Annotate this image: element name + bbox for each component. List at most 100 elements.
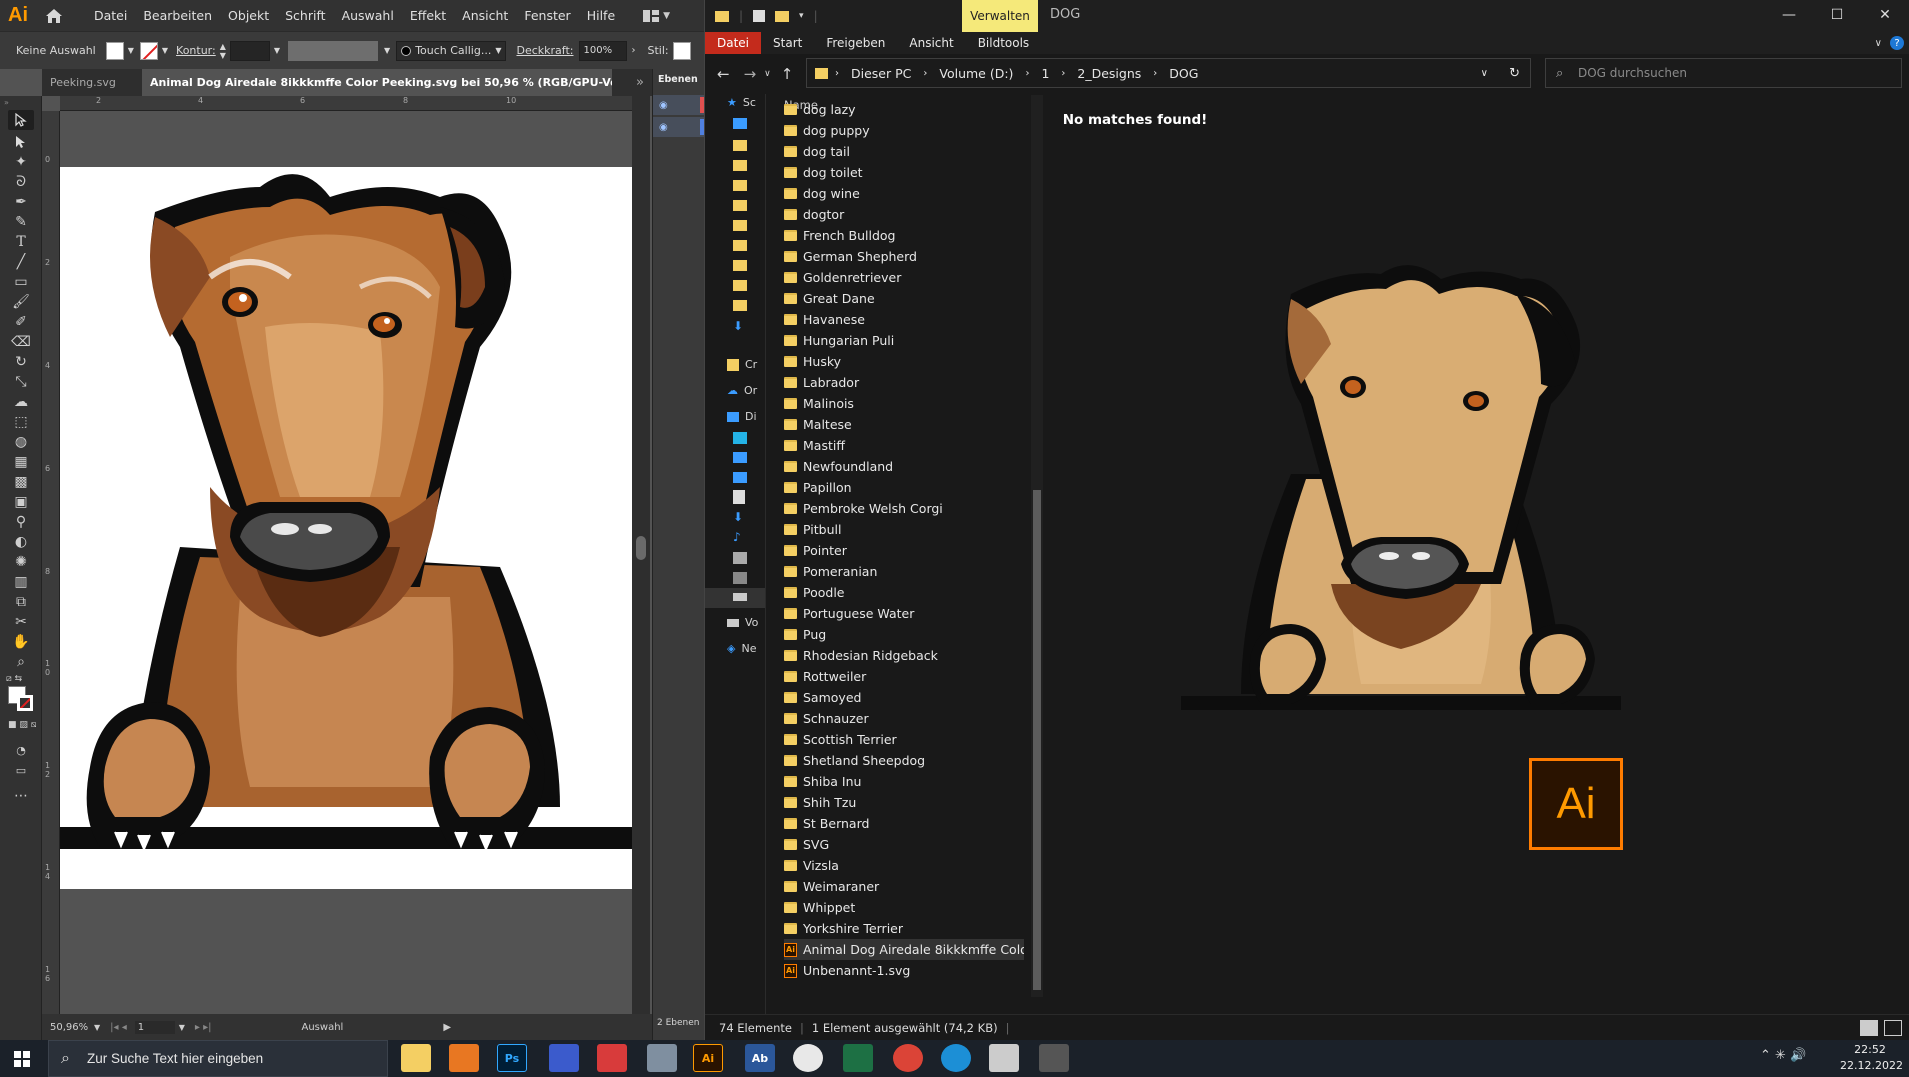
- list-item[interactable]: dog puppy: [784, 120, 1024, 141]
- list-item[interactable]: Havanese: [784, 309, 1024, 330]
- tab-bildtools[interactable]: Bildtools: [966, 32, 1042, 54]
- blend-tool-icon[interactable]: ◐: [8, 532, 34, 552]
- breadcrumb-designs[interactable]: 2_Designs: [1077, 66, 1141, 81]
- column-graph-icon[interactable]: ▥: [8, 572, 34, 592]
- breadcrumb-chevron-icon[interactable]: ›: [923, 68, 927, 79]
- list-item[interactable]: Scottish Terrier: [784, 729, 1024, 750]
- system-tray-icons[interactable]: ⌃ ✳ 🔊: [1760, 1048, 1806, 1063]
- menu-effekt[interactable]: Effekt: [402, 0, 454, 31]
- tab-active-document[interactable]: Animal Dog Airedale 8ikkkmffe Color Peek…: [142, 69, 612, 96]
- stroke-weight-field[interactable]: [229, 40, 270, 61]
- nav-volume[interactable]: Vo: [727, 616, 765, 629]
- recent-dropdown-icon[interactable]: ∨: [764, 69, 771, 79]
- rotate-tool-icon[interactable]: ↻: [8, 352, 34, 372]
- minimize-icon[interactable]: —: [1765, 0, 1813, 30]
- breadcrumb-volume[interactable]: Volume (D:): [939, 66, 1013, 81]
- lasso-icon[interactable]: ᘐ: [8, 172, 34, 192]
- folder-icon[interactable]: [733, 300, 747, 311]
- screen-mode-icon[interactable]: ▭: [8, 760, 34, 780]
- shaper-tool-icon[interactable]: ✐: [8, 312, 34, 332]
- layer-row[interactable]: ◉: [653, 95, 704, 115]
- photo-app-icon[interactable]: [597, 1044, 627, 1072]
- maximize-icon[interactable]: ☐: [1813, 0, 1861, 30]
- menu-hilfe[interactable]: Hilfe: [579, 0, 623, 31]
- list-item[interactable]: Malinois: [784, 393, 1024, 414]
- chevron-right-icon[interactable]: ›: [631, 45, 635, 56]
- type-tool-icon[interactable]: T: [8, 232, 34, 252]
- folder-icon[interactable]: [733, 220, 747, 231]
- list-item[interactable]: Papillon: [784, 477, 1024, 498]
- scroll-thumb[interactable]: [1033, 490, 1041, 990]
- perspective-grid-icon[interactable]: ▦: [8, 452, 34, 472]
- artboard-tool-icon[interactable]: ⧉: [8, 592, 34, 612]
- paintbrush-tool-icon[interactable]: 🖌: [8, 292, 34, 312]
- menu-ansicht[interactable]: Ansicht: [454, 0, 516, 31]
- list-item[interactable]: Shiba Inu: [784, 771, 1024, 792]
- play-icon[interactable]: ▶: [443, 1022, 451, 1033]
- chevron-down-icon[interactable]: ▼: [162, 46, 168, 55]
- menu-auswahl[interactable]: Auswahl: [334, 0, 402, 31]
- nav-creative-cloud[interactable]: Cr: [727, 358, 765, 371]
- list-item[interactable]: Hungarian Puli: [784, 330, 1024, 351]
- list-item[interactable]: German Shepherd: [784, 246, 1024, 267]
- fill-stroke-widget[interactable]: [8, 686, 36, 714]
- stepper-icon[interactable]: ▲ ▼: [220, 42, 226, 60]
- brush-definition[interactable]: Touch Callig... ▼: [396, 40, 507, 61]
- collapse-icon[interactable]: »: [4, 98, 9, 107]
- details-view-icon[interactable]: [1860, 1019, 1878, 1036]
- scale-tool-icon[interactable]: ⤡: [8, 372, 34, 392]
- tab-start[interactable]: Start: [761, 32, 814, 54]
- music-icon[interactable]: ♪: [733, 530, 741, 544]
- list-item[interactable]: Newfoundland: [784, 456, 1024, 477]
- draw-mode-icon[interactable]: ◔: [8, 740, 34, 760]
- downloads-icon[interactable]: ⬇: [733, 319, 743, 333]
- edge-icon[interactable]: [941, 1044, 971, 1072]
- vertical-scrollbar[interactable]: [1031, 95, 1043, 997]
- magic-wand-icon[interactable]: ✦: [8, 152, 34, 172]
- tab-freigeben[interactable]: Freigeben: [814, 32, 897, 54]
- menu-fenster[interactable]: Fenster: [516, 0, 578, 31]
- list-item[interactable]: SVG: [784, 834, 1024, 855]
- tabs-overflow-icon[interactable]: »: [628, 69, 652, 96]
- list-item[interactable]: dog toilet: [784, 162, 1024, 183]
- videos-icon[interactable]: [733, 572, 747, 584]
- artboard-number[interactable]: 1: [134, 1020, 175, 1034]
- menu-objekt[interactable]: Objekt: [220, 0, 277, 31]
- canvas-scrollbar[interactable]: [632, 96, 650, 1014]
- animal-app-icon[interactable]: [793, 1044, 823, 1072]
- list-item[interactable]: Pointer: [784, 540, 1024, 561]
- list-item[interactable]: Goldenretriever: [784, 267, 1024, 288]
- list-item[interactable]: Pug: [784, 624, 1024, 645]
- list-item[interactable]: Vizsla: [784, 855, 1024, 876]
- breadcrumb-chevron-icon[interactable]: ›: [1025, 68, 1029, 79]
- windows-start-icon[interactable]: [0, 1040, 44, 1077]
- list-item[interactable]: St Bernard: [784, 813, 1024, 834]
- list-item[interactable]: Poodle: [784, 582, 1024, 603]
- slice-tool-icon[interactable]: ✂: [8, 612, 34, 632]
- chevron-down-icon[interactable]: ▼: [384, 46, 390, 55]
- menu-schrift[interactable]: Schrift: [277, 0, 333, 31]
- fill-swatch[interactable]: [105, 41, 124, 60]
- hand-tool-icon[interactable]: ✋: [8, 632, 34, 652]
- list-item[interactable]: Maltese: [784, 414, 1024, 435]
- chevron-down-icon[interactable]: ▼: [94, 1023, 100, 1032]
- list-item[interactable]: Shih Tzu: [784, 792, 1024, 813]
- list-item[interactable]: Schnauzer: [784, 708, 1024, 729]
- eraser-tool-icon[interactable]: ⌫: [8, 332, 34, 352]
- calculator-icon[interactable]: [647, 1044, 677, 1072]
- taskbar-search[interactable]: ⌕ Zur Suche Text hier eingeben: [48, 1040, 388, 1077]
- stroke-swatch[interactable]: [139, 41, 158, 60]
- list-item[interactable]: Great Dane: [784, 288, 1024, 309]
- shape-builder-icon[interactable]: ◍: [8, 432, 34, 452]
- direct-selection-tool-icon[interactable]: [8, 132, 34, 152]
- list-item[interactable]: French Bulldog: [784, 225, 1024, 246]
- list-item[interactable]: Labrador: [784, 372, 1024, 393]
- artboard-nav-first-icon[interactable]: |◂ ◂: [110, 1022, 127, 1033]
- eye-icon[interactable]: ◉: [659, 122, 668, 133]
- chrome-icon[interactable]: [893, 1044, 923, 1072]
- list-item[interactable]: Ai Animal Dog Airedale 8ikkkmffe Color Pe…: [784, 939, 1024, 960]
- zoom-tool-icon[interactable]: ⌕: [8, 652, 34, 672]
- gradient-tool-icon[interactable]: ▣: [8, 492, 34, 512]
- downloads-icon[interactable]: ⬇: [733, 510, 743, 524]
- nav-quick-access[interactable]: ★ Sc: [727, 96, 765, 109]
